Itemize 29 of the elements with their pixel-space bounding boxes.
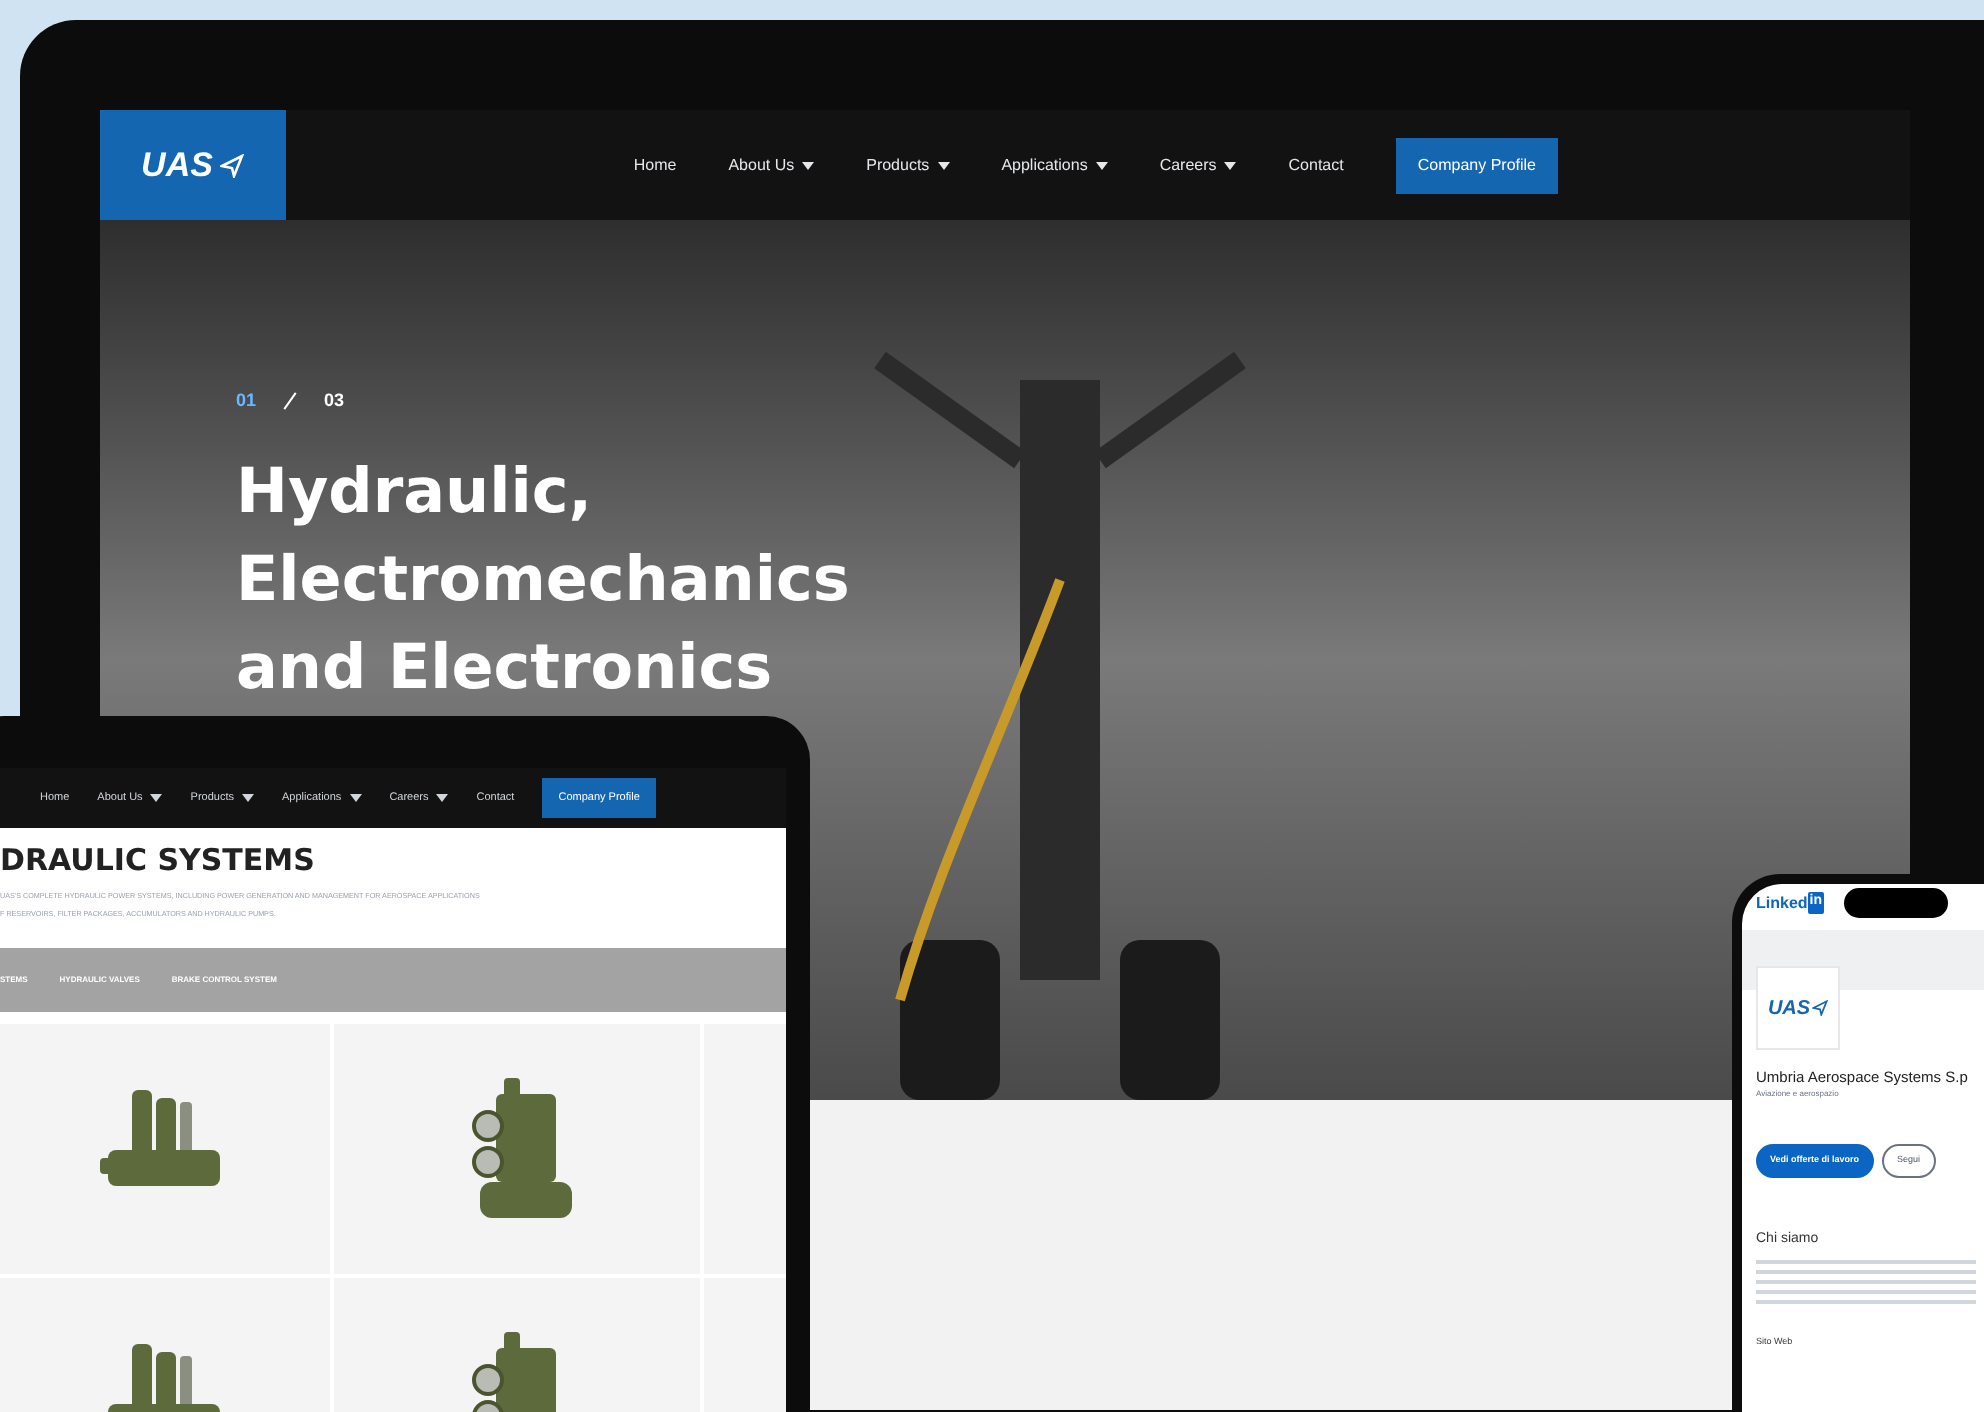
paper-plane-icon [220, 153, 245, 177]
brand-text: Linked [1756, 891, 1808, 915]
nav-link[interactable]: Home [633, 153, 677, 177]
nav-link[interactable]: Contact [1288, 153, 1344, 177]
paper-plane-icon [1812, 1000, 1829, 1016]
caret-icon [802, 161, 815, 169]
slide-total: 03 [324, 388, 345, 414]
caret-icon [1224, 161, 1237, 169]
company-profile-button[interactable]: Company Profile [1395, 137, 1558, 193]
dynamic-island-icon [1844, 888, 1949, 918]
slide-current: 01 [236, 388, 257, 414]
caret-icon [436, 794, 449, 803]
caret-icon [349, 794, 362, 803]
logo-text: UAS [141, 143, 213, 188]
page-title: DRAULIC SYSTEMS [0, 840, 317, 883]
nav-link[interactable]: About Us [728, 153, 815, 177]
hero-headline: Electromechanics [236, 541, 850, 619]
caret-icon [150, 794, 163, 803]
hero-headline: Hydraulic, [236, 453, 595, 531]
nav-link[interactable]: Careers [1159, 153, 1237, 177]
caret-icon [1095, 161, 1108, 169]
product-card[interactable] [334, 1024, 700, 1274]
nav-link[interactable]: Products [866, 153, 950, 177]
nav-link[interactable]: Applications [1001, 153, 1108, 177]
hero-headline: and Electronics [236, 629, 775, 707]
product-card[interactable] [0, 1024, 330, 1274]
caret-icon [937, 161, 950, 169]
caret-icon [242, 794, 255, 803]
logo-text: UAS [1767, 995, 1811, 1023]
